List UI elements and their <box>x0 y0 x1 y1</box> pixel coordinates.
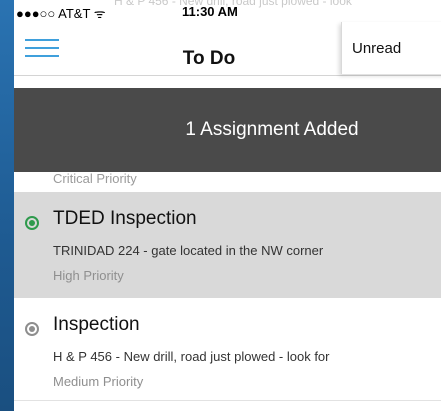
assignment-added-banner: 1 Assignment Added <box>14 88 441 172</box>
status-radio-icon[interactable] <box>25 216 39 230</box>
list-item-partial[interactable]: Critical Priority <box>14 172 441 192</box>
list-item-priority: High Priority <box>53 268 124 283</box>
status-time: 11:30 AM <box>182 4 238 19</box>
status-bar: ●●●○○ AT&T ᯤ 11:30 AM <box>14 0 441 22</box>
list-item-description: TRINIDAD 224 - gate located in the NW co… <box>53 243 324 258</box>
phone-screen: H & P 456 - New drill, road just plowed … <box>14 0 441 411</box>
nav-bar: To Do Unread <box>14 22 441 76</box>
background-panel <box>0 0 14 411</box>
list-item[interactable]: Inspection H & P 456 - New drill, road j… <box>14 298 441 401</box>
list-item-title: TDED Inspection <box>53 208 197 229</box>
list-item-priority: Critical Priority <box>53 172 137 186</box>
carrier-signal: ●●●○○ AT&T ᯤ <box>16 6 106 21</box>
hamburger-menu-icon[interactable] <box>25 39 59 59</box>
list-item-priority: Medium Priority <box>53 374 144 389</box>
unread-tab[interactable]: Unread <box>341 22 441 74</box>
list-item-description: H & P 456 - New drill, road just plowed … <box>53 349 330 364</box>
list-item[interactable]: TDED Inspection TRINIDAD 224 - gate loca… <box>14 192 441 299</box>
unread-tab-label: Unread <box>352 40 402 57</box>
banner-text: 1 Assignment Added <box>185 119 359 140</box>
page-title: To Do <box>182 48 236 69</box>
status-radio-icon[interactable] <box>25 322 39 336</box>
list-item-title: Inspection <box>53 314 140 335</box>
